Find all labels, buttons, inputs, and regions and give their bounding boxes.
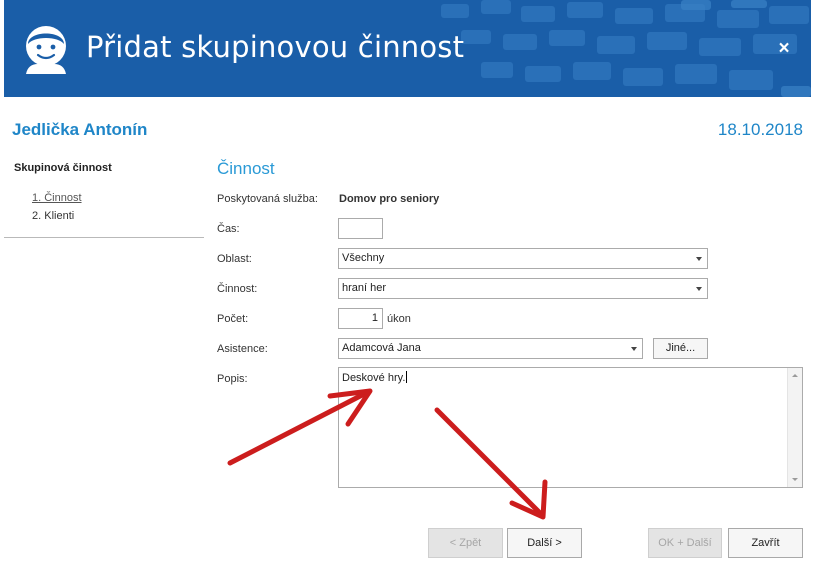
client-name: Jedlička Antonín — [12, 120, 148, 139]
step-cinnost[interactable]: 1. Činnost — [32, 192, 82, 204]
area-label: Oblast: — [217, 253, 252, 265]
assistance-select-value: Adamcová Jana — [342, 342, 421, 354]
ok-next-button[interactable]: OK + Další — [648, 528, 722, 558]
count-input[interactable]: 1 — [338, 308, 383, 329]
close-icon[interactable]: × — [775, 38, 793, 59]
textarea-scrollbar[interactable] — [787, 368, 802, 487]
scroll-down-icon[interactable] — [792, 478, 798, 481]
time-input[interactable] — [338, 218, 383, 239]
close-button[interactable]: Zavřít — [728, 528, 803, 558]
window-header: Přidat skupinovou činnost × — [4, 0, 811, 97]
chevron-down-icon[interactable] — [696, 287, 702, 291]
service-value: Domov pro seniory — [339, 193, 440, 205]
chevron-down-icon[interactable] — [631, 347, 637, 351]
step-klienti[interactable]: 2. Klienti — [32, 210, 74, 222]
other-assistance-button[interactable]: Jiné... — [653, 338, 708, 359]
back-button[interactable]: < Zpět — [428, 528, 503, 558]
area-select[interactable]: Všechny — [338, 248, 708, 269]
count-unit: úkon — [387, 313, 411, 325]
service-label: Poskytovaná služba: — [217, 193, 318, 205]
sidebar-divider — [4, 237, 204, 238]
next-button[interactable]: Další > — [507, 528, 582, 558]
count-label: Počet: — [217, 313, 249, 325]
user-face-icon — [26, 26, 66, 74]
assistance-label: Asistence: — [217, 343, 268, 355]
area-select-value: Všechny — [342, 252, 385, 264]
scroll-up-icon[interactable] — [792, 374, 798, 377]
assistance-select[interactable]: Adamcová Jana — [338, 338, 643, 359]
activity-select-value: hraní her — [342, 282, 387, 294]
time-label: Čas: — [217, 223, 240, 235]
description-label: Popis: — [217, 373, 248, 385]
activity-label: Činnost: — [217, 283, 258, 295]
section-title: Činnost — [217, 159, 275, 178]
activity-select[interactable]: hraní her — [338, 278, 708, 299]
description-textarea[interactable]: Deskové hry. — [338, 367, 803, 488]
window-title: Přidat skupinovou činnost — [86, 30, 465, 64]
sidebar-heading: Skupinová činnost — [14, 162, 112, 174]
chevron-down-icon[interactable] — [696, 257, 702, 261]
client-date: 18.10.2018 — [717, 120, 803, 139]
description-text: Deskové hry. — [342, 371, 408, 384]
